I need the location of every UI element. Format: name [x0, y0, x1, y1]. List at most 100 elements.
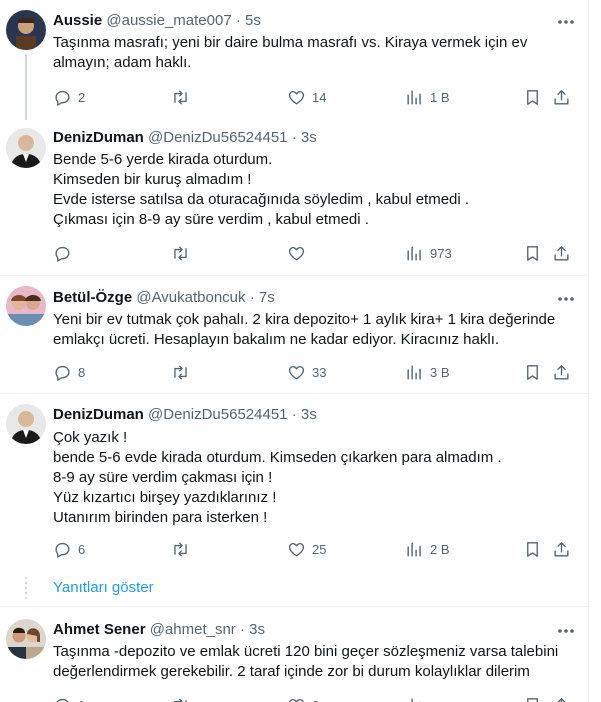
- reply-icon: [55, 246, 70, 262]
- tweet-header: DenizDuman @DenizDu56524451 · 3s: [53, 128, 317, 148]
- reply-count: 8: [78, 364, 86, 380]
- like-button[interactable]: 14: [287, 87, 326, 107]
- share-button[interactable]: [552, 362, 571, 382]
- user-handle[interactable]: @DenizDu56524451: [148, 129, 288, 146]
- timestamp[interactable]: 3s: [249, 621, 265, 638]
- like-count: 14: [312, 89, 327, 105]
- timestamp[interactable]: 7s: [259, 289, 275, 306]
- views-button[interactable]: 1 B: [405, 87, 450, 107]
- tweet[interactable]: Ahmet Sener @ahmet_snr · 3s Taşınma -dep…: [0, 607, 588, 702]
- tweet-header: Betül-Özge @Avukatboncuk · 7s: [53, 288, 275, 308]
- display-name[interactable]: Ahmet Sener: [53, 621, 146, 638]
- reply-button[interactable]: [53, 243, 78, 263]
- reply-button[interactable]: 6: [53, 539, 85, 559]
- tweet[interactable]: Betül-Özge @Avukatboncuk · 7s Yeni bir e…: [0, 276, 588, 393]
- bookmark-icon: [527, 697, 538, 702]
- retweet-button[interactable]: [171, 695, 196, 702]
- share-button[interactable]: [552, 695, 571, 702]
- like-icon: [288, 246, 305, 261]
- show-replies-link[interactable]: Yanıtları göster: [53, 578, 154, 598]
- tweet-actions: 1 2: [53, 695, 578, 702]
- timestamp[interactable]: 3s: [301, 406, 317, 423]
- share-icon: [554, 541, 569, 557]
- user-handle[interactable]: @ahmet_snr: [150, 621, 236, 638]
- tweet[interactable]: DenizDuman @DenizDu56524451 · 3s Bende 5…: [0, 120, 588, 275]
- more-icon[interactable]: [555, 289, 577, 309]
- thread-connector: [25, 577, 27, 599]
- like-icon: [288, 542, 305, 557]
- share-button[interactable]: [552, 539, 571, 559]
- user-handle[interactable]: @DenizDu56524451: [148, 406, 288, 423]
- like-count: 25: [312, 541, 327, 557]
- timestamp[interactable]: 5s: [245, 12, 261, 29]
- like-button[interactable]: 2: [287, 695, 319, 702]
- share-icon: [554, 364, 569, 380]
- views-button[interactable]: 973: [405, 243, 452, 263]
- views-icon: [407, 245, 421, 261]
- views-icon: [407, 697, 421, 702]
- views-count: 1 B: [430, 89, 450, 105]
- more-icon[interactable]: [555, 621, 577, 641]
- reply-icon: [55, 90, 70, 106]
- share-button[interactable]: [552, 243, 571, 263]
- bookmark-button[interactable]: [523, 243, 542, 263]
- reply-button[interactable]: 8: [53, 362, 85, 382]
- reply-icon: [55, 365, 70, 381]
- retweet-button[interactable]: [171, 539, 196, 559]
- separator-dot: ·: [249, 289, 255, 306]
- views-button[interactable]: 2 B: [405, 539, 450, 559]
- bookmark-button[interactable]: [523, 362, 542, 382]
- separator-dot: ·: [291, 129, 297, 146]
- timestamp[interactable]: 3s: [301, 129, 317, 146]
- views-count: 2 B: [430, 541, 450, 557]
- share-icon: [554, 245, 569, 261]
- like-button[interactable]: [287, 243, 312, 263]
- retweet-button[interactable]: [171, 87, 196, 107]
- like-button[interactable]: 25: [287, 539, 326, 559]
- thread-line: [25, 54, 27, 120]
- timeline-feed: Aussie @aussie_mate007 · 5s Taşınma masr…: [0, 0, 589, 702]
- bookmark-icon: [527, 541, 538, 557]
- avatar[interactable]: [6, 286, 46, 326]
- retweet-button[interactable]: [171, 362, 196, 382]
- tweet-text: Yeni bir ev tutmak çok pahalı. 2 kira de…: [53, 311, 556, 348]
- separator-dot: ·: [235, 12, 241, 29]
- tweet-text: Taşınma masrafı; yeni bir daire bulma ma…: [53, 34, 528, 71]
- like-button[interactable]: 33: [287, 362, 326, 382]
- tweet-actions: 2 14 1 B: [53, 87, 578, 107]
- bookmark-button[interactable]: [523, 539, 542, 559]
- share-button[interactable]: [552, 87, 571, 107]
- reply-button[interactable]: 2: [53, 87, 85, 107]
- bookmark-button[interactable]: [523, 695, 542, 702]
- retweet-button[interactable]: [171, 243, 196, 263]
- views-icon: [407, 89, 421, 105]
- retweet-icon: [174, 364, 187, 380]
- tweet-text: Çok yazık ! bende 5-6 evde kirada oturdu…: [53, 429, 502, 526]
- user-handle[interactable]: @Avukatboncuk: [136, 289, 245, 306]
- avatar[interactable]: [6, 10, 46, 50]
- display-name[interactable]: Betül-Özge: [53, 289, 132, 306]
- more-icon[interactable]: [555, 12, 577, 32]
- views-button[interactable]: [405, 695, 430, 702]
- avatar[interactable]: [6, 619, 46, 659]
- reply-count: 6: [78, 541, 86, 557]
- tweet[interactable]: DenizDuman @DenizDu56524451 · 3s Çok yaz…: [0, 394, 588, 571]
- retweet-icon: [174, 541, 187, 557]
- reply-button[interactable]: 1: [53, 695, 85, 702]
- tweet-actions: 6 25 2 B: [53, 539, 578, 559]
- like-icon: [288, 698, 305, 702]
- views-count: 3 B: [430, 364, 450, 380]
- display-name[interactable]: DenizDuman: [53, 129, 144, 146]
- avatar[interactable]: [6, 128, 46, 168]
- avatar[interactable]: [6, 404, 46, 444]
- views-icon: [407, 541, 421, 557]
- views-button[interactable]: 3 B: [405, 362, 450, 382]
- user-handle[interactable]: @aussie_mate007: [106, 12, 231, 29]
- reply-icon: [56, 698, 69, 702]
- display-name[interactable]: Aussie: [53, 12, 102, 29]
- display-name[interactable]: DenizDuman: [53, 406, 144, 423]
- bookmark-button[interactable]: [523, 87, 542, 107]
- views-icon: [407, 364, 421, 380]
- tweet[interactable]: Aussie @aussie_mate007 · 5s Taşınma masr…: [0, 0, 588, 120]
- like-icon: [288, 90, 305, 105]
